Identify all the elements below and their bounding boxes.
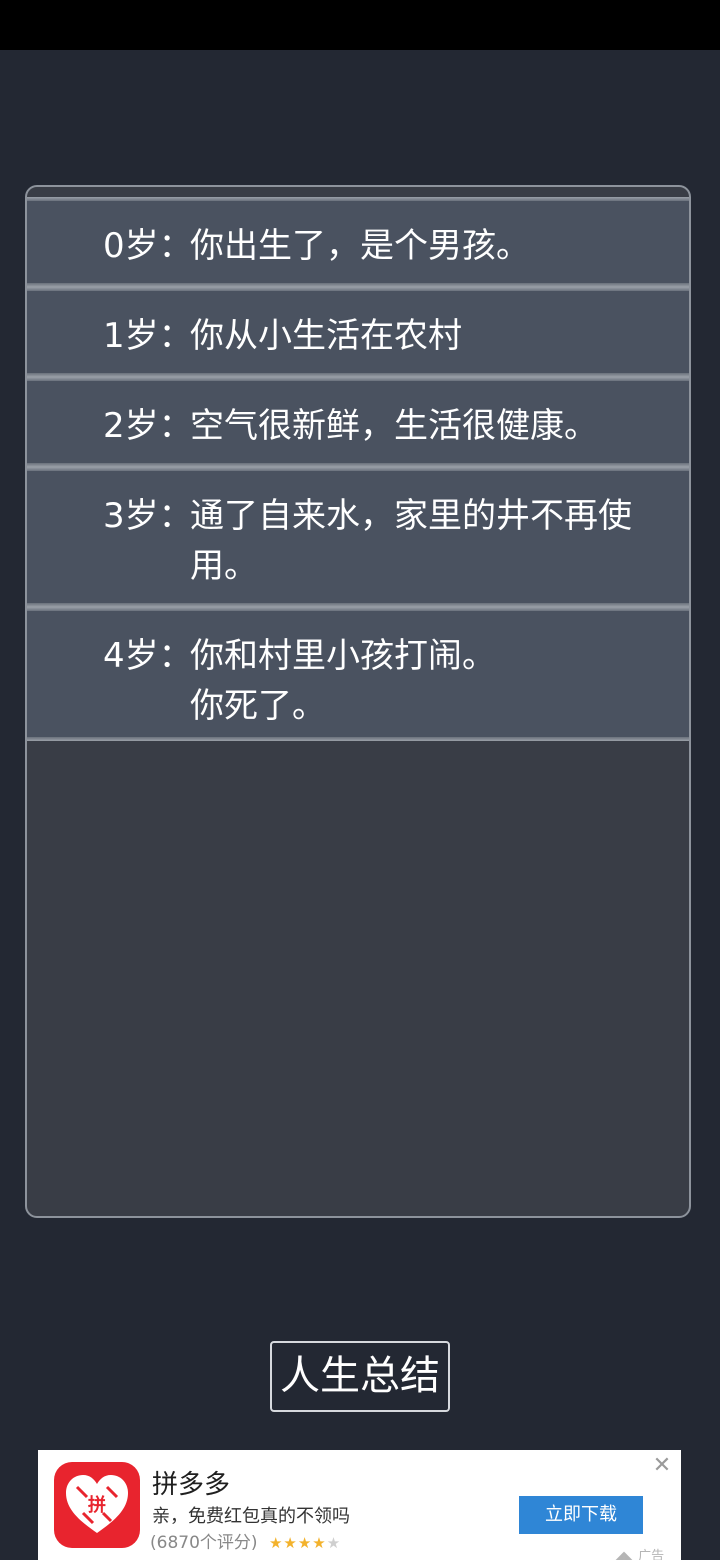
star-icon: ★ (268, 1534, 284, 1552)
event-age: 1岁： (103, 316, 193, 356)
life-event-row: 0岁： 你出生了，是个男孩。 (27, 197, 689, 287)
ad-tag-text: 广告 (638, 1549, 665, 1560)
life-event-row: 4岁： 你和村里小孩打闹。 你死了。 (27, 607, 689, 741)
ad-tag: ◢◣ 广告 (614, 1545, 664, 1560)
star-empty-icon: ★ (326, 1534, 342, 1552)
life-event-row: 1岁： 你从小生活在农村 (27, 287, 689, 377)
life-event-row: 3岁： 通了自来水，家里的井不再使用。 (27, 467, 689, 607)
heart-logo-icon: 拼 (66, 1475, 128, 1533)
ad-banner[interactable]: 拼 拼多多 亲，免费红包真的不领吗 (6870个评分) ★★★★★ 立即下载 ✕… (38, 1450, 681, 1560)
close-icon[interactable]: ✕ (650, 1454, 674, 1478)
star-icon: ★ (312, 1534, 327, 1552)
life-event-row: 2岁： 空气很新鲜，生活很健康。 (27, 377, 689, 467)
event-age: 0岁： (103, 226, 193, 266)
event-age: 3岁： (103, 496, 193, 536)
event-age: 4岁： (103, 636, 193, 676)
life-summary-button[interactable]: 人生总结 (270, 1341, 450, 1412)
event-age: 2岁： (103, 406, 193, 446)
star-icon: ★ (297, 1534, 313, 1552)
event-text: 你死了。 (190, 686, 326, 726)
event-text: 空气很新鲜，生活很健康。 (190, 406, 598, 446)
life-event-log[interactable]: 0岁： 你出生了，是个男孩。 1岁： 你从小生活在农村 2岁： 空气很新鲜，生活… (25, 185, 691, 1218)
ad-app-name[interactable]: 拼多多 (152, 1464, 230, 1501)
ad-download-button[interactable]: 立即下载 (519, 1496, 643, 1534)
rating-stars: ★★★★★ (269, 1534, 341, 1552)
status-bar (0, 0, 720, 50)
icon-glyph: 拼 (88, 1494, 106, 1516)
event-text: 你和村里小孩打闹。 (190, 636, 496, 676)
event-text: 通了自来水，家里的井不再使用。 (190, 496, 632, 586)
ad-rating-count: (6870个评分) (150, 1533, 258, 1553)
ad-logo-icon: ◢◣ (614, 1549, 634, 1560)
ad-rating: (6870个评分) ★★★★★ (150, 1528, 341, 1553)
event-text: 你出生了，是个男孩。 (190, 226, 530, 266)
ad-description: 亲，免费红包真的不领吗 (152, 1506, 350, 1527)
star-icon: ★ (283, 1534, 298, 1552)
pinduoduo-app-icon[interactable]: 拼 (54, 1462, 140, 1548)
event-text: 你从小生活在农村 (190, 316, 462, 356)
